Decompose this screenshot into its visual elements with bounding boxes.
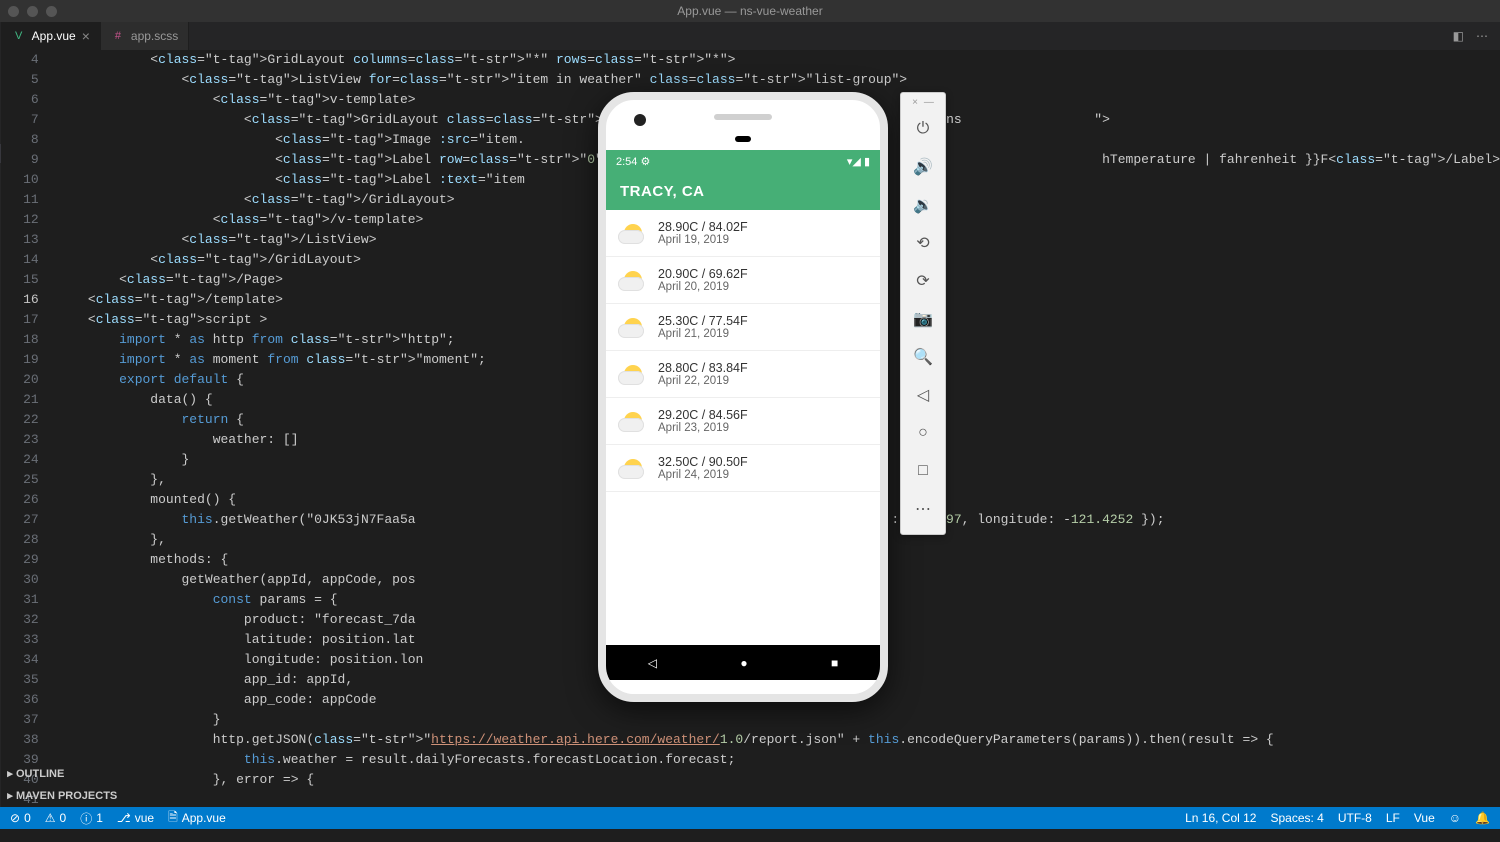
forecast-row[interactable]: 29.20C / 84.56FApril 23, 2019 [606, 398, 880, 445]
forecast-date: April 20, 2019 [658, 281, 748, 293]
weather-icon [618, 406, 648, 436]
phone-screen[interactable]: 2:54 ⚙ ▾◢ ▮ TRACY, CA 28.90C / 84.02FApr… [606, 150, 880, 694]
outline-section[interactable]: ▸OUTLINE [0, 763, 195, 785]
forecast-row[interactable]: 25.30C / 77.54FApril 21, 2019 [606, 304, 880, 351]
forecast-date: April 19, 2019 [658, 234, 748, 246]
forecast-row[interactable]: 28.90C / 84.02FApril 19, 2019 [606, 210, 880, 257]
weather-icon [618, 359, 648, 389]
more-icon[interactable]: ⋯ [900, 490, 946, 528]
forecast-date: April 21, 2019 [658, 328, 748, 340]
emulator-toolbar: × — ⏻ 🔊 🔉 ⟲ ⟳ 📷 🔍 ◁ ○ □ ⋯ [900, 92, 946, 535]
editor-tab[interactable]: #app.scss [101, 22, 189, 50]
back-icon[interactable]: ◁ [900, 376, 946, 414]
forecast-row[interactable]: 32.50C / 90.50FApril 24, 2019 [606, 445, 880, 492]
minimize-window[interactable] [27, 6, 38, 17]
sidebar-footer: ▸OUTLINE ▸MAVEN PROJECTS [0, 763, 195, 807]
android-status-bar: 2:54 ⚙ ▾◢ ▮ [606, 150, 880, 172]
split-editor-icon[interactable]: ◧ [1453, 29, 1464, 43]
status-info[interactable]: ⓘ 1 [80, 810, 103, 827]
nav-back[interactable]: ◁ [648, 656, 657, 670]
status-encoding[interactable]: UTF-8 [1338, 811, 1372, 825]
close-window[interactable] [8, 6, 19, 17]
maven-section[interactable]: ▸MAVEN PROJECTS [0, 785, 195, 807]
status-icons: ▾◢ ▮ [847, 155, 870, 168]
overview-icon[interactable]: □ [900, 452, 946, 490]
weather-icon [618, 312, 648, 342]
weather-icon [618, 265, 648, 295]
power-icon[interactable]: ⏻ [900, 110, 946, 148]
weather-icon [618, 218, 648, 248]
more-icon[interactable]: ⋯ [1476, 29, 1488, 43]
temperature: 28.90C / 84.02F [658, 220, 748, 234]
rotate-left-icon[interactable]: ⟲ [900, 224, 946, 262]
temperature: 29.20C / 84.56F [658, 408, 748, 422]
status-branch[interactable]: ⎇ vue [117, 811, 154, 825]
home-icon[interactable]: ○ [900, 414, 946, 452]
temperature: 25.30C / 77.54F [658, 314, 748, 328]
editor-actions: ◧ ⋯ [1453, 22, 1500, 50]
forecast-date: April 23, 2019 [658, 422, 748, 434]
window-controls [8, 6, 57, 17]
temperature: 28.80C / 83.84F [658, 361, 748, 375]
android-nav-bar: ◁ ● ■ [606, 645, 880, 680]
forecast-row[interactable]: 20.90C / 69.62FApril 20, 2019 [606, 257, 880, 304]
status-language[interactable]: Vue [1414, 811, 1435, 825]
rotate-right-icon[interactable]: ⟳ [900, 262, 946, 300]
window-titlebar: App.vue — ns-vue-weather [0, 0, 1500, 22]
phone-sensor [735, 136, 751, 142]
zoom-icon[interactable]: 🔍 [900, 338, 946, 376]
camera-icon[interactable]: 📷 [900, 300, 946, 338]
temperature: 32.50C / 90.50F [658, 455, 748, 469]
status-bar: ⊘ 0 ⚠ 0 ⓘ 1 ⎇ vue 🗎 App.vue Ln 16, Col 1… [0, 807, 1500, 829]
phone-speaker [714, 114, 772, 120]
status-errors[interactable]: ⊘ 0 [10, 811, 31, 825]
emu-minimize[interactable]: — [924, 97, 934, 108]
forecast-date: April 24, 2019 [658, 469, 748, 481]
forecast-row[interactable]: 28.80C / 83.84FApril 22, 2019 [606, 351, 880, 398]
close-tab[interactable]: × [82, 28, 90, 44]
nav-home[interactable]: ● [740, 656, 747, 670]
window-title: App.vue — ns-vue-weather [677, 4, 822, 18]
zoom-window[interactable] [46, 6, 57, 17]
status-eol[interactable]: LF [1386, 811, 1400, 825]
forecast-date: April 22, 2019 [658, 375, 748, 387]
status-bell-icon[interactable]: 🔔 [1475, 811, 1490, 825]
volume-down-icon[interactable]: 🔉 [900, 186, 946, 224]
volume-up-icon[interactable]: 🔊 [900, 148, 946, 186]
app-title-bar: TRACY, CA [606, 172, 880, 210]
weather-icon [618, 453, 648, 483]
status-cursor[interactable]: Ln 16, Col 12 [1185, 811, 1256, 825]
emulator-device: 2:54 ⚙ ▾◢ ▮ TRACY, CA 28.90C / 84.02FApr… [598, 92, 888, 702]
status-spaces[interactable]: Spaces: 4 [1270, 811, 1323, 825]
phone-camera [634, 114, 646, 126]
emu-close[interactable]: × [912, 97, 918, 108]
temperature: 20.90C / 69.62F [658, 267, 748, 281]
editor-tab[interactable]: VApp.vue× [2, 22, 101, 50]
status-file[interactable]: 🗎 App.vue [168, 808, 226, 829]
editor-tabs: VApp.vue×#app.scss ◧ ⋯ [2, 22, 1500, 50]
status-feedback-icon[interactable]: ☺ [1449, 811, 1461, 825]
nav-overview[interactable]: ■ [831, 656, 838, 670]
status-warnings[interactable]: ⚠ 0 [45, 811, 66, 825]
